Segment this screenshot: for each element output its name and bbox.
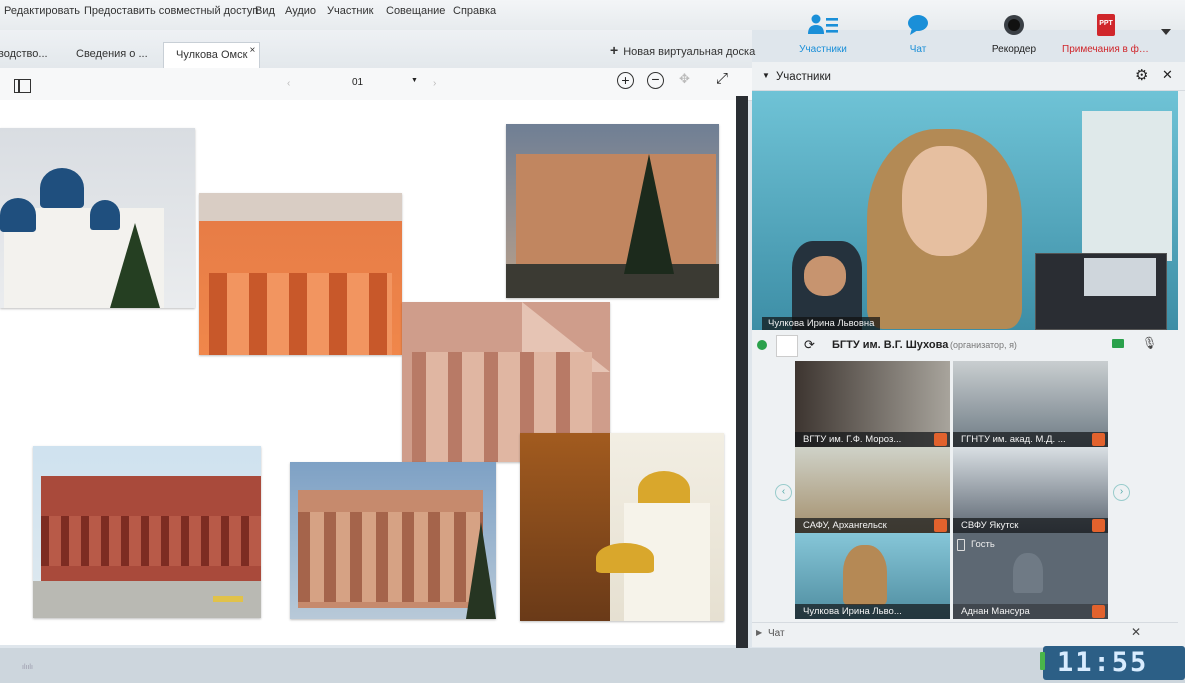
mic-muted-icon[interactable]: 🎙︎ [1142,336,1157,350]
recorder-tool-label: Рекордер [991,44,1037,55]
whiteboard-scrollbar[interactable] [736,96,748,648]
panel-layout-icon[interactable] [14,79,31,93]
whiteboard-toolbar: ‹ 01 ▼ › + − ✥ ⤢ [0,68,752,101]
guest-avatar-icon [1013,553,1043,593]
tab-info[interactable]: Сведения о ... [76,42,148,68]
participants-icon [808,14,838,34]
host-row[interactable]: ⟳ БГТУ им. В.Г. Шухова (организатор, я) … [752,333,1178,357]
grid-next-icon[interactable]: › [1113,484,1130,501]
main-video[interactable]: Чулкова Ирина Львовна [752,91,1178,330]
page-dropdown-icon[interactable]: ▼ [411,77,418,84]
grid-prev-icon[interactable]: ‹ [775,484,792,501]
mobile-phone-icon [957,539,965,551]
menu-participant[interactable]: Участник [327,5,373,17]
host-name: БГТУ им. В.Г. Шухова [832,339,949,351]
ppt-file-icon-text: PPT [1099,20,1113,27]
taskbar: ılıılı [0,648,1185,683]
tabs-row: водство... Сведения о ... Чулкова Омск ×… [0,30,755,68]
chat-icon [908,15,928,35]
mic-muted-icon [1092,605,1105,618]
video-tile-guest[interactable]: Гость Аднан Мансура [953,533,1108,619]
participants-tool-label: Участники [799,44,847,55]
notes-tool-label: Примечания в фо... [1062,44,1152,55]
zoom-out-icon[interactable]: − [647,72,664,89]
video-tile-label: ВГТУ им. Г.Ф. Мороз... [795,432,950,447]
notes-tool-button[interactable]: PPT Примечания в фо... [1062,14,1152,55]
photo-building-dusk [506,124,719,298]
mic-muted-icon [1092,519,1105,532]
pip-video [1035,253,1167,330]
main-video-name-label: Чулкова Ирина Львовна [762,317,881,330]
ppt-file-icon: PPT [1097,14,1115,36]
video-tile-label: Аднан Мансура [953,604,1108,619]
video-tile-chulkova[interactable]: Чулкова Ирина Льво... [795,533,950,619]
tab-close-icon[interactable]: × [250,45,256,56]
video-tile-label: СВФУ Якутск [953,518,1108,533]
tab-chulkova-omsk-label: Чулкова Омск [176,49,248,61]
close-chat-icon[interactable]: ✕ [1131,625,1141,639]
prev-page-icon[interactable]: ‹ [287,78,290,89]
clock: 11:55 [1040,646,1185,680]
cisco-logo-icon: ılıılı [22,664,33,671]
photo-orange-facade [199,193,402,355]
whiteboard-canvas[interactable] [0,100,740,645]
participants-panel-header: ▼ Участники ⚙ ✕ [752,62,1185,91]
menu-view[interactable]: Вид [255,5,275,17]
expand-arrow-icon[interactable]: ▶ [756,628,762,637]
collapse-arrow-icon[interactable]: ▼ [762,71,770,80]
recorder-tool-button[interactable]: Рекордер [974,14,1054,55]
photo-church-autumn [520,433,724,621]
video-tile-svfu[interactable]: СВФУ Якутск [953,447,1108,533]
video-tile-label: ГГНТУ им. акад. М.Д. ... [953,432,1108,447]
video-tile-safu[interactable]: САФУ, Архангельск [795,447,950,533]
chat-section-title: Чат [768,628,785,639]
chat-section-header[interactable]: ▶ Чат ✕ [752,622,1178,643]
video-tile-label: САФУ, Архангельск [795,518,950,533]
tab-chulkova-omsk[interactable]: Чулкова Омск × [163,42,261,68]
video-tile-ggntu[interactable]: ГГНТУ им. акад. М.Д. ... [953,361,1108,447]
mic-muted-icon [934,433,947,446]
fit-icon[interactable]: ✥ [679,71,690,87]
clock-time: 11:55 [1057,647,1149,678]
participants-panel-title: Участники [776,71,831,83]
mic-muted-icon [1092,433,1105,446]
fullscreen-icon[interactable]: ⤢ [716,70,728,87]
new-whiteboard-label: Новая виртуальная доска [623,46,756,58]
chat-tool-label: Чат [909,44,927,55]
photo-cathedral [0,128,195,308]
menu-edit[interactable]: Редактировать [4,5,80,17]
video-camera-icon[interactable] [1112,339,1124,348]
guest-label: Гость [971,539,995,550]
gear-icon[interactable]: ⚙ [1135,66,1148,84]
mic-muted-icon [934,519,947,532]
next-page-icon[interactable]: › [433,78,436,89]
zoom-in-icon[interactable]: + [617,72,634,89]
signal-icon [1040,652,1045,670]
plus-icon: + [610,42,619,58]
new-whiteboard-button[interactable]: + Новая виртуальная доска [610,36,755,62]
close-panel-icon[interactable]: ✕ [1162,67,1173,83]
photo-red-brick-palace [33,446,261,618]
more-dropdown-icon[interactable] [1161,29,1171,35]
avatar [776,335,798,357]
menu-help[interactable]: Справка [453,5,496,17]
video-tile-vgtu[interactable]: ВГТУ им. Г.Ф. Мороз... [795,361,950,447]
video-tile-label: Чулкова Ирина Льво... [795,604,950,619]
participants-tool-button[interactable]: Участники [783,14,863,55]
status-icon [757,340,767,350]
host-role: (организатор, я) [950,340,1017,350]
record-icon [1004,15,1024,35]
refresh-icon[interactable]: ⟳ [804,337,815,353]
chat-tool-button[interactable]: Чат [878,14,958,55]
menu-share[interactable]: Предоставить совместный доступ [84,5,258,17]
page-number[interactable]: 01 [352,77,363,88]
menu-audio[interactable]: Аудио [285,5,316,17]
photo-university-building [290,462,496,619]
menu-meeting[interactable]: Совещание [386,5,445,17]
tab-guide[interactable]: водство... [0,42,48,68]
